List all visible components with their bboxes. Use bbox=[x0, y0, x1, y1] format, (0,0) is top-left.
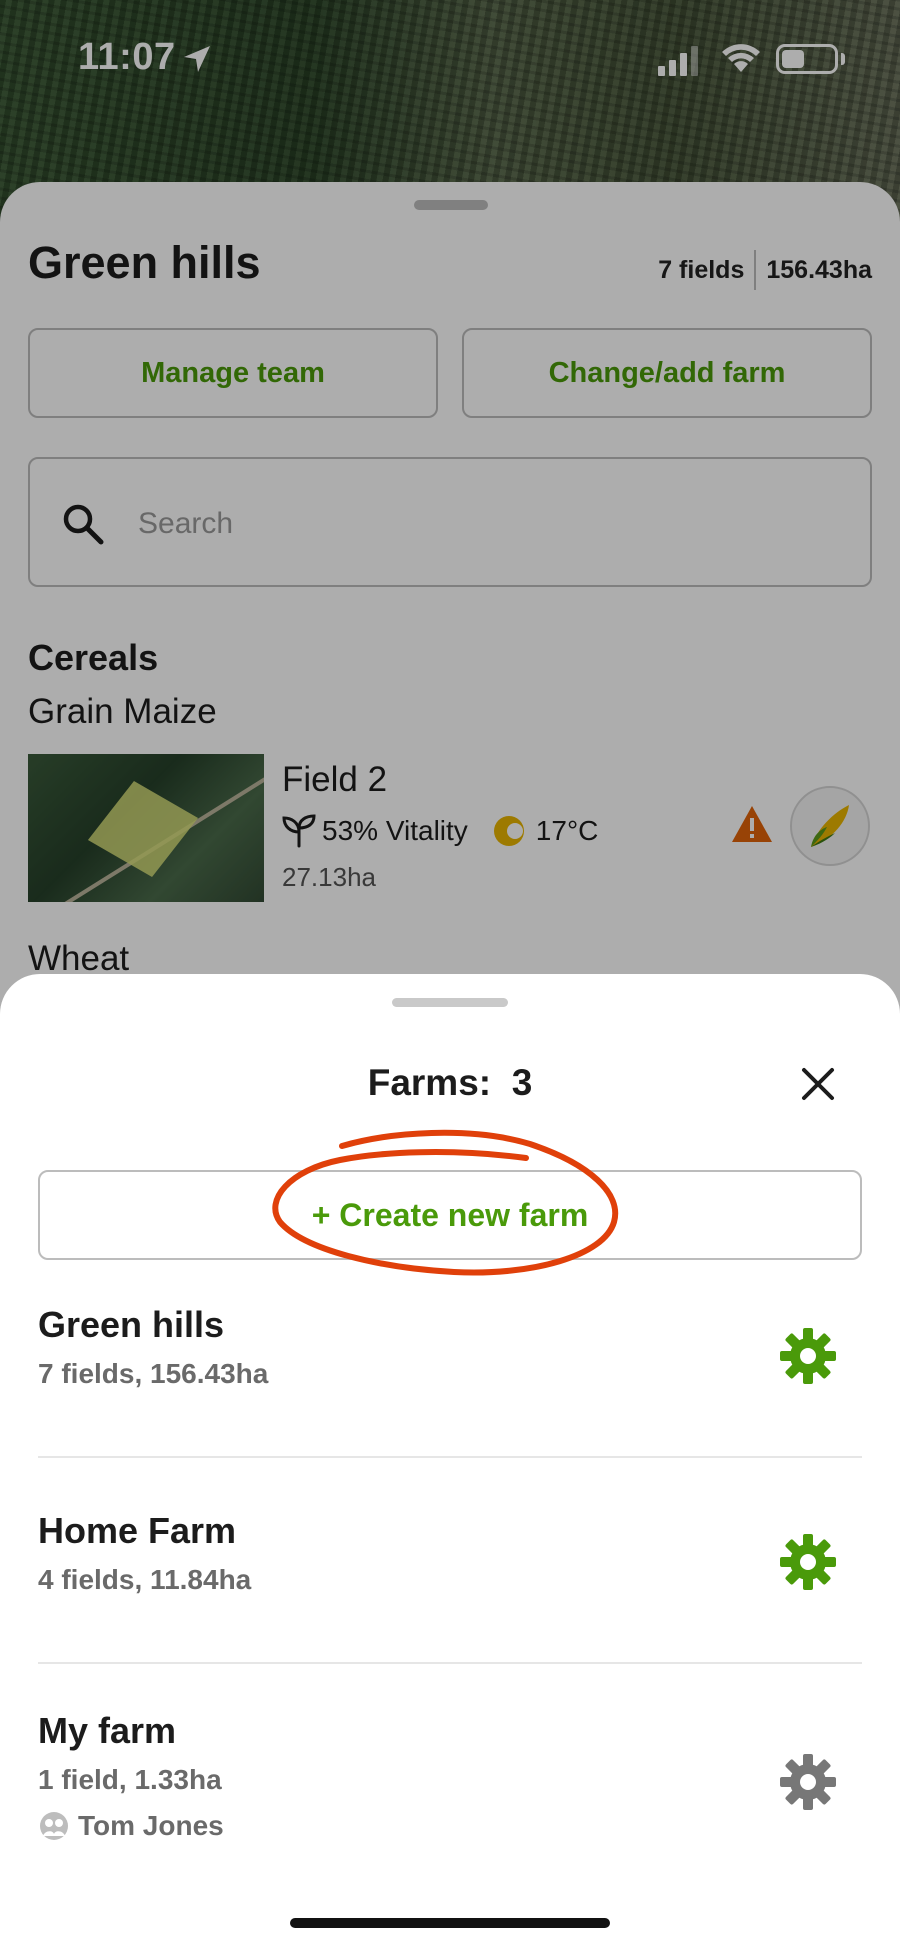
list-divider bbox=[38, 1662, 862, 1664]
farm-list-item-home-farm[interactable]: Home Farm 4 fields, 11.84ha bbox=[38, 1510, 862, 1660]
farms-title-label: Farms: bbox=[367, 1062, 492, 1103]
list-divider bbox=[38, 1456, 862, 1458]
close-icon[interactable] bbox=[796, 1062, 840, 1106]
farm-meta: 7 fields, 156.43ha bbox=[38, 1358, 269, 1389]
hand-drawn-annotation-ellipse bbox=[272, 1129, 619, 1276]
farms-count: 3 bbox=[511, 1062, 533, 1103]
farm-name: Home Farm bbox=[38, 1510, 237, 1551]
gear-icon[interactable] bbox=[778, 1532, 838, 1592]
home-indicator[interactable] bbox=[290, 1918, 610, 1928]
farm-name: My farm bbox=[38, 1710, 177, 1751]
farm-list-item-green-hills[interactable]: Green hills 7 fields, 156.43ha bbox=[38, 1304, 862, 1454]
sheet-grabber[interactable] bbox=[392, 998, 508, 1007]
farms-bottom-sheet: Farms: 3 + Create new farm Green hills 7… bbox=[0, 974, 900, 1949]
gear-icon[interactable] bbox=[778, 1326, 838, 1386]
shared-user-icon bbox=[40, 1812, 68, 1840]
farm-meta: 4 fields, 11.84ha bbox=[38, 1564, 252, 1595]
farm-owner-name: Tom Jones bbox=[78, 1810, 224, 1841]
farm-owner: Tom Jones bbox=[38, 1810, 224, 1842]
farm-list-item-my-farm[interactable]: My farm 1 field, 1.33ha Tom Jones bbox=[38, 1710, 862, 1870]
gear-icon[interactable] bbox=[778, 1752, 838, 1812]
farm-name: Green hills bbox=[38, 1304, 225, 1345]
farms-sheet-title: Farms: 3 bbox=[0, 1062, 900, 1104]
farm-meta: 1 field, 1.33ha bbox=[38, 1764, 222, 1795]
